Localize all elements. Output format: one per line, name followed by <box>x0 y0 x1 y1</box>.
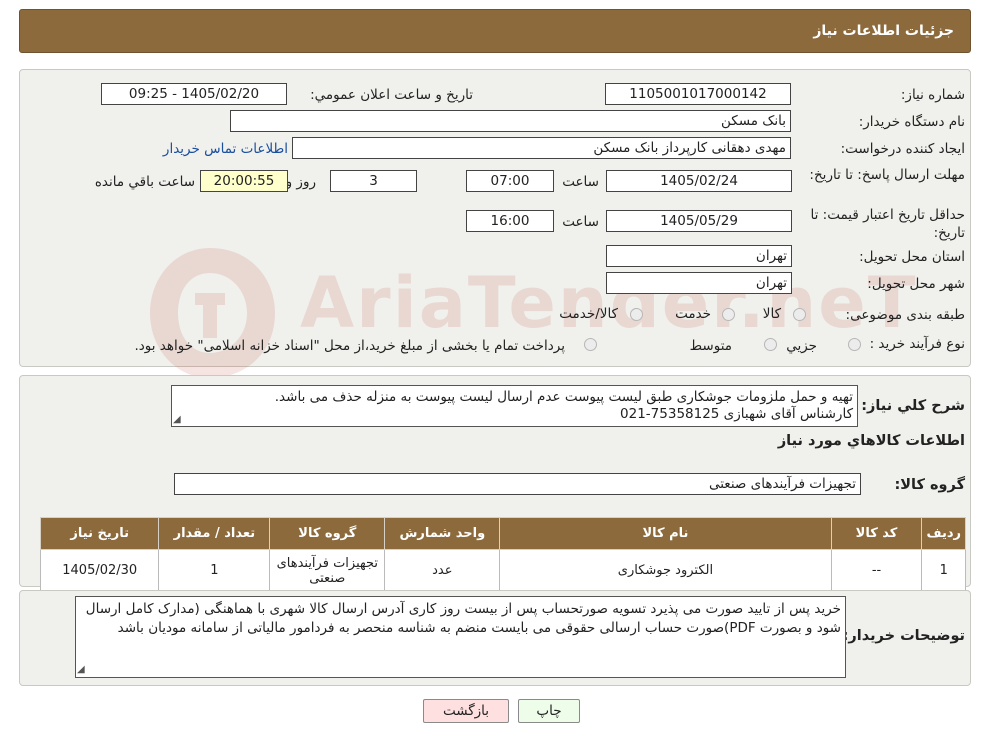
goods-section-title: اطلاعات کالاهاي مورد نياز <box>777 433 965 449</box>
process-medium-label: متوسط <box>689 338 732 354</box>
category-goods-service-label: کالا/خدمت <box>559 306 618 322</box>
category-goods-label: کالا <box>762 306 781 322</box>
category-goods-service-radio[interactable] <box>630 308 643 321</box>
col-row-header: رديف <box>921 517 966 550</box>
col-group-header: گروه کالا <box>269 517 386 550</box>
remaining-label: ساعت باقي مانده <box>94 174 195 190</box>
process-label: نوع فرآيند خريد : <box>869 336 965 352</box>
requester-label: ايجاد کننده درخواست: <box>840 141 965 157</box>
deadline-time-word: ساعت <box>562 174 599 190</box>
province-field: تهران <box>606 245 792 267</box>
buyer-contact-link[interactable]: اطلاعات تماس خريدار <box>163 141 288 157</box>
col-unit-header: واحد شمارش <box>384 517 501 550</box>
col-code-header: کد کالا <box>830 517 923 550</box>
price-validity-label: حداقل تاريخ اعتبار قيمت: تا تاريخ: <box>810 207 965 241</box>
col-date-header: تاريخ نياز <box>39 517 160 550</box>
remaining-time-field: 20:00:55 <box>200 170 288 192</box>
city-label: شهر محل تحويل: <box>867 276 965 292</box>
description-line-1: تهیه و حمل ملزومات جوشکاری طبق لیست پیوس… <box>274 389 853 405</box>
buyer-notes-label: توضيحات خريدار: <box>842 628 965 644</box>
buyer-org-field: بانک مسکن <box>230 110 791 132</box>
cell-date: 1405/02/30 <box>39 549 160 592</box>
col-qty-header: تعداد / مقدار <box>158 517 271 550</box>
process-treasury-radio[interactable] <box>584 338 597 351</box>
requester-field: مهدی دهقانی کارپرداز بانک مسکن <box>292 137 791 159</box>
category-goods-radio[interactable] <box>793 308 806 321</box>
back-button[interactable]: بازگشت <box>423 699 509 723</box>
buyer-org-label: نام دستگاه خريدار: <box>858 114 965 130</box>
cell-group: تجهیزات فرآیندهای صنعتی <box>269 549 386 592</box>
items-table: رديف کد کالا نام کالا واحد شمارش گروه کا… <box>39 517 966 592</box>
description-label: شرح کلي نياز: <box>861 398 965 414</box>
price-validity-time-word: ساعت <box>562 214 599 230</box>
process-minor-radio[interactable] <box>848 338 861 351</box>
deadline-date-field: 1405/02/24 <box>606 170 792 192</box>
buyer-notes-textarea[interactable]: خرید پس از تایید صورت می پذیرد تسویه صور… <box>75 596 846 678</box>
cell-qty: 1 <box>158 549 271 592</box>
table-row: 1 -- الکترود جوشکاری عدد تجهیزات فرآینده… <box>39 549 966 592</box>
price-validity-time-field: 16:00 <box>466 210 554 232</box>
cell-unit: عدد <box>384 549 501 592</box>
page-header: جزئیات اطلاعات نیاز <box>19 9 971 53</box>
deadline-time-field: 07:00 <box>466 170 554 192</box>
deadline-label: مهلت ارسال پاسخ: تا تاريخ: <box>809 167 965 183</box>
page-title: جزئیات اطلاعات نیاز <box>813 23 954 39</box>
category-service-radio[interactable] <box>722 308 735 321</box>
goods-group-field: تجهیزات فرآیندهای صنعتی <box>174 473 861 495</box>
cell-name: الکترود جوشکاری <box>499 549 832 592</box>
announce-field: 1405/02/20 - 09:25 <box>101 83 287 105</box>
cell-code: -- <box>830 549 923 592</box>
days-word: روز و <box>285 174 316 190</box>
goods-group-label: گروه کالا: <box>894 477 965 493</box>
price-validity-date-field: 1405/05/29 <box>606 210 792 232</box>
buyer-notes-resize-grip[interactable]: ◢ <box>77 665 85 675</box>
table-header-row: رديف کد کالا نام کالا واحد شمارش گروه کا… <box>39 517 966 550</box>
city-field: تهران <box>606 272 792 294</box>
category-label: طبقه بندی موضوعی: <box>845 307 965 323</box>
need-number-label: شماره نیاز: <box>900 87 965 103</box>
process-note: پرداخت تمام يا بخشی از مبلغ خريد،از محل … <box>134 338 565 354</box>
days-field: 3 <box>330 170 417 192</box>
description-textarea[interactable]: تهیه و حمل ملزومات جوشکاری طبق لیست پیوس… <box>171 385 858 427</box>
category-service-label: خدمت <box>675 306 711 322</box>
col-name-header: نام کالا <box>499 517 832 550</box>
province-label: استان محل تحويل: <box>859 249 965 265</box>
cell-row: 1 <box>921 549 966 592</box>
announce-label: تاریخ و ساعت اعلان عمومي: <box>310 87 473 103</box>
process-medium-radio[interactable] <box>764 338 777 351</box>
description-line-2: کارشناس آقای شهبازی 75358125-021 <box>620 406 853 422</box>
process-minor-label: جزيي <box>786 338 817 354</box>
need-number-field: 1105001017000142 <box>605 83 791 105</box>
description-resize-grip[interactable]: ◢ <box>173 415 181 425</box>
print-button[interactable]: چاپ <box>518 699 580 723</box>
